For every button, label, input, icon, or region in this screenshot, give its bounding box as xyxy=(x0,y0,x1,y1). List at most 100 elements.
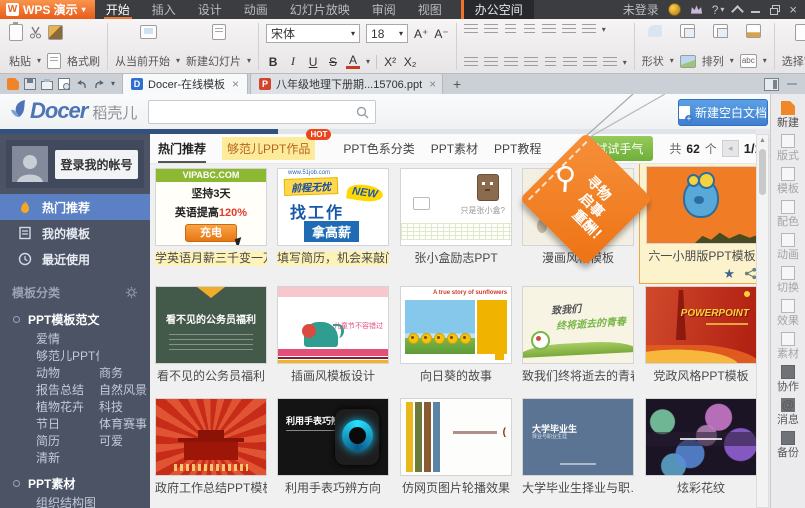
font-color-button[interactable]: A xyxy=(346,55,360,69)
search-input[interactable] xyxy=(149,103,356,121)
align-left-icon[interactable] xyxy=(464,57,478,69)
template-card[interactable]: 只是张小盒? 张小盒励志PPT xyxy=(400,168,512,266)
template-thumbnail[interactable]: VIPABC.COM 坚持3天 英语提高120% 充电 xyxy=(155,168,267,246)
close-button[interactable]: × xyxy=(789,3,797,16)
selection-pane-button[interactable]: 选择窗格 xyxy=(782,53,805,69)
undo-icon[interactable] xyxy=(75,78,88,90)
redo-icon[interactable] xyxy=(93,78,106,90)
justify-icon[interactable] xyxy=(524,57,538,69)
grow-font-button[interactable]: A⁺ xyxy=(414,27,428,41)
from-current-button[interactable]: 从当前开始 xyxy=(115,53,170,69)
gear-icon[interactable] xyxy=(125,286,138,299)
template-card[interactable]: 致我们 终将逝去的青春 致我们终将逝去的青春 xyxy=(522,286,634,384)
selected-template-card[interactable]: 六一小朋版PPT模板 ★ xyxy=(639,162,765,284)
template-card[interactable]: 炫彩花纹 xyxy=(645,398,757,496)
sidebar-item-hot[interactable]: 热门推荐 xyxy=(0,194,150,220)
new-blank-doc-button[interactable]: 新建空白文档 xyxy=(678,99,768,126)
quick-new-icon[interactable] xyxy=(7,78,19,90)
menu-animation[interactable]: 动画 xyxy=(233,0,279,19)
align-top-icon[interactable] xyxy=(563,57,577,69)
fill-color-icon[interactable] xyxy=(746,24,761,38)
brush-icon[interactable] xyxy=(48,25,63,40)
template-card[interactable]: 儿童节不容错过 插画风模板设计 xyxy=(277,286,389,384)
template-thumbnail[interactable]: POWERPOINT xyxy=(645,286,757,364)
play-from-current-icon[interactable] xyxy=(140,25,157,39)
filter-hot[interactable]: 热门推荐 xyxy=(158,140,206,163)
template-thumbnail[interactable]: ( xyxy=(400,398,512,476)
panel-icon[interactable] xyxy=(764,78,779,91)
template-thumbnail[interactable]: 看不见的公务员福利 xyxy=(155,286,267,364)
collapse-icon[interactable] xyxy=(787,83,797,85)
shapes-icon[interactable] xyxy=(648,25,662,37)
rightbar-item-layout[interactable]: 版式 xyxy=(777,134,799,162)
template-card[interactable]: www.51job.com 前程无忧 找工作 拿高薪 NEW 填写简历，机会来敲… xyxy=(277,168,389,266)
rightbar-item-material[interactable]: 素材 xyxy=(777,332,799,360)
group-ppt-templates[interactable]: PPT模板范文 xyxy=(0,303,150,331)
selection-pane-icon[interactable] xyxy=(795,24,805,41)
arrange-button[interactable]: 排列 xyxy=(702,53,724,69)
shrink-font-button[interactable]: A⁻ xyxy=(434,27,448,41)
category-link[interactable]: 报告总结 xyxy=(36,382,99,399)
sidebar-item-recent[interactable]: 最近使用 xyxy=(0,246,150,272)
new-tab-button[interactable]: + xyxy=(445,76,469,92)
close-icon[interactable]: × xyxy=(429,78,436,90)
group-ppt-materials[interactable]: PPT素材 xyxy=(0,467,150,495)
category-link[interactable]: 植物花卉 xyxy=(36,399,99,416)
align-middle-icon[interactable] xyxy=(583,57,597,69)
layout-icon[interactable] xyxy=(680,24,695,38)
superscript-button[interactable]: X² xyxy=(383,55,397,69)
tab-presentation[interactable]: P 八年级地理下册期...15706.ppt × xyxy=(250,73,443,94)
rightbar-item-new[interactable]: 新建 xyxy=(777,101,799,129)
new-slide-icon[interactable] xyxy=(212,24,226,40)
close-icon[interactable]: × xyxy=(232,78,239,90)
menu-review[interactable]: 审阅 xyxy=(361,0,407,19)
copy-icon[interactable] xyxy=(47,53,61,69)
category-link[interactable]: 科技 xyxy=(99,399,123,416)
search-icon[interactable] xyxy=(356,106,369,119)
template-thumbnail[interactable]: 大学毕业生 择业与职业生涯 xyxy=(522,398,634,476)
rightbar-item-effect[interactable]: 效果 xyxy=(777,299,799,327)
category-link[interactable]: 商务 xyxy=(99,365,123,382)
menu-insert[interactable]: 插入 xyxy=(141,0,187,19)
new-slide-button[interactable]: 新建幻灯片 xyxy=(186,53,241,69)
arrange-icon[interactable] xyxy=(713,24,728,38)
template-card[interactable]: 看不见的公务员福利 看不见的公务员福利 xyxy=(155,286,267,384)
distribute-icon[interactable] xyxy=(545,57,556,69)
rightbar-item-collaborate[interactable]: 协作 xyxy=(777,365,799,393)
format-painter-button[interactable]: 格式刷 xyxy=(67,53,100,69)
subscript-button[interactable]: X₂ xyxy=(403,55,417,69)
rightbar-item-color[interactable]: 配色 xyxy=(777,200,799,228)
category-link[interactable]: 清新 xyxy=(36,450,99,467)
bullets-icon[interactable] xyxy=(464,24,478,36)
category-link[interactable]: 爱情 xyxy=(36,331,99,348)
template-card[interactable]: VIPABC.COM 坚持3天 英语提高120% 充电 学英语月薪三千变一万 xyxy=(155,168,267,266)
filter-goufaner[interactable]: 够范儿PPT作品HOT xyxy=(222,137,315,160)
category-link[interactable]: 够范儿PPT作品 xyxy=(36,348,99,365)
coin-icon[interactable] xyxy=(668,3,681,16)
template-thumbnail[interactable] xyxy=(645,398,757,476)
category-link[interactable]: 自然风景 xyxy=(99,382,147,399)
template-card[interactable]: POWERPOINT 党政风格PPT模板 xyxy=(645,286,757,384)
line-spacing-icon[interactable] xyxy=(542,24,556,36)
category-link[interactable]: 动物 xyxy=(36,365,99,382)
font-size-select[interactable]: 18▾ xyxy=(366,24,408,43)
shapes-button[interactable]: 形状 xyxy=(642,53,664,69)
template-thumbnail[interactable]: 利用手表巧辨方向 xyxy=(277,398,389,476)
print-icon[interactable] xyxy=(41,81,53,90)
scrollbar-thumb[interactable] xyxy=(759,149,766,195)
chevron-down-icon[interactable]: ▾ xyxy=(111,80,115,88)
crown-icon[interactable] xyxy=(690,4,703,15)
template-thumbnail[interactable]: www.51job.com 前程无忧 找工作 拿高薪 NEW xyxy=(277,168,389,246)
paste-icon[interactable] xyxy=(9,24,23,41)
app-menu-button[interactable]: W WPS 演示 ▾ xyxy=(0,0,95,19)
template-thumbnail[interactable]: 致我们 终将逝去的青春 xyxy=(522,286,634,364)
picture-icon[interactable] xyxy=(680,55,696,68)
template-thumbnail[interactable]: 儿童节不容错过 xyxy=(277,286,389,364)
rightbar-item-message[interactable]: @消息 xyxy=(777,398,799,426)
template-thumbnail[interactable]: A true story of sunflowers xyxy=(400,286,512,364)
text-direction-icon[interactable] xyxy=(582,24,596,36)
columns-icon[interactable] xyxy=(562,24,576,36)
rightbar-item-template[interactable]: 模板 xyxy=(777,167,799,195)
filter-color-series[interactable]: PPT色系分类 xyxy=(343,140,414,157)
ad-charge-button[interactable]: 充电 xyxy=(185,224,237,242)
